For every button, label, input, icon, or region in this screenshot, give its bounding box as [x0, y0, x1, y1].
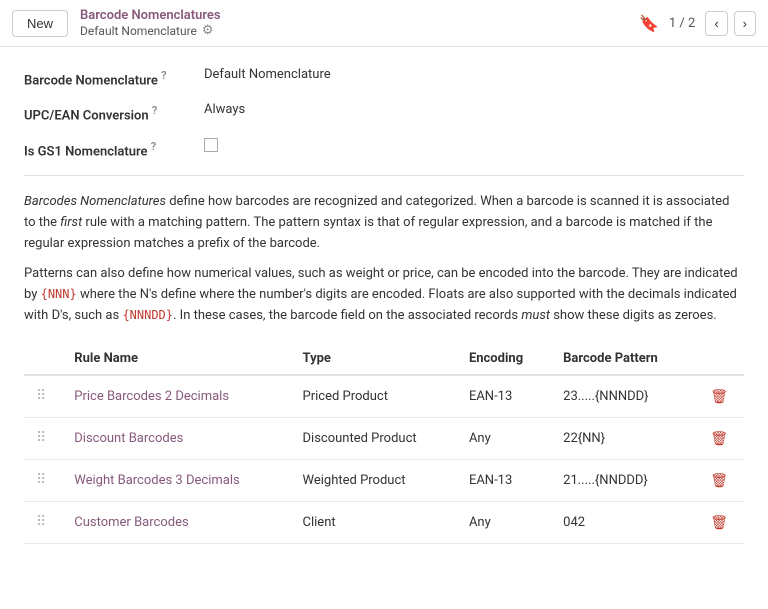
table-row: ⠿ Weight Barcodes 3 Decimals Weighted Pr…	[24, 459, 744, 501]
gear-icon[interactable]: ⚙	[202, 23, 214, 38]
drag-handle-icon[interactable]: ⠿	[36, 472, 50, 488]
description-paragraph-1: Barcodes Nomenclatures define how barcod…	[24, 192, 744, 254]
drag-handle-icon[interactable]: ⠿	[36, 514, 50, 530]
is-gs1-checkbox[interactable]	[204, 138, 218, 152]
rule-pattern-cell: 21.....{NNDDD}	[551, 459, 694, 501]
bookmark-icon[interactable]: 🔖	[639, 14, 659, 33]
delete-rule-button[interactable]: 🗑	[706, 428, 732, 449]
col-encoding: Encoding	[457, 343, 551, 375]
upc-ean-value: Always	[204, 102, 245, 117]
rule-name-link[interactable]: Customer Barcodes	[74, 515, 188, 530]
upc-ean-tooltip[interactable]: ?	[152, 104, 157, 117]
divider	[24, 175, 744, 176]
top-bar: New Barcode Nomenclatures Default Nomenc…	[0, 0, 768, 47]
top-bar-right: 🔖 1 / 2 ‹ ›	[639, 11, 756, 36]
drag-handle-cell: ⠿	[24, 417, 62, 459]
is-gs1-label: Is GS1 Nomenclature ?	[24, 138, 204, 159]
rule-name-link[interactable]: Discount Barcodes	[74, 431, 183, 446]
upc-ean-row: UPC/EAN Conversion ? Always	[24, 102, 744, 123]
description-paragraph-2: Patterns can also define how numerical v…	[24, 264, 744, 326]
page-counter: 1 / 2	[669, 16, 695, 31]
rule-delete-cell: 🗑	[694, 459, 744, 501]
rule-type-cell: Priced Product	[291, 375, 457, 418]
table-row: ⠿ Price Barcodes 2 Decimals Priced Produ…	[24, 375, 744, 418]
drag-handle-cell: ⠿	[24, 501, 62, 543]
drag-handle-icon[interactable]: ⠿	[36, 388, 50, 404]
desc-p2-highlight1: {NNN}	[41, 287, 77, 301]
rule-name-cell: Discount Barcodes	[62, 417, 290, 459]
rule-type-cell: Weighted Product	[291, 459, 457, 501]
breadcrumb-sub: Default Nomenclature ⚙	[80, 23, 221, 38]
new-button[interactable]: New	[12, 10, 68, 37]
rule-type-cell: Discounted Product	[291, 417, 457, 459]
desc-p1-text2: rule with a matching pattern. The patter…	[24, 215, 712, 251]
breadcrumb-current: Default Nomenclature	[80, 24, 197, 38]
top-bar-left: New Barcode Nomenclatures Default Nomenc…	[12, 8, 221, 38]
description-block: Barcodes Nomenclatures define how barcod…	[24, 192, 744, 327]
drag-handle-icon[interactable]: ⠿	[36, 430, 50, 446]
table-row: ⠿ Customer Barcodes Client Any 042 🗑	[24, 501, 744, 543]
drag-handle-cell: ⠿	[24, 459, 62, 501]
rule-encoding-cell: EAN-13	[457, 459, 551, 501]
rule-name-cell: Price Barcodes 2 Decimals	[62, 375, 290, 418]
col-rule-name: Rule Name	[62, 343, 290, 375]
rule-name-link[interactable]: Weight Barcodes 3 Decimals	[74, 473, 239, 488]
rule-name-cell: Weight Barcodes 3 Decimals	[62, 459, 290, 501]
rule-name-link[interactable]: Price Barcodes 2 Decimals	[74, 389, 229, 404]
desc-p1-italic-first: first	[60, 215, 82, 230]
desc-p2-text4: show these digits as zeroes.	[550, 308, 717, 323]
breadcrumb-area: Barcode Nomenclatures Default Nomenclatu…	[80, 8, 221, 38]
rule-delete-cell: 🗑	[694, 417, 744, 459]
barcode-nomenclature-label: Barcode Nomenclature ?	[24, 67, 204, 88]
rule-pattern-cell: 22{NN}	[551, 417, 694, 459]
prev-button[interactable]: ‹	[705, 11, 727, 36]
form-section: Barcode Nomenclature ? Default Nomenclat…	[24, 67, 744, 159]
next-button[interactable]: ›	[734, 11, 756, 36]
rule-encoding-cell: EAN-13	[457, 375, 551, 418]
rule-delete-cell: 🗑	[694, 501, 744, 543]
delete-rule-button[interactable]: 🗑	[706, 470, 732, 491]
barcode-nomenclature-row: Barcode Nomenclature ? Default Nomenclat…	[24, 67, 744, 88]
barcode-nomenclature-value: Default Nomenclature	[204, 67, 331, 82]
delete-rule-button[interactable]: 🗑	[706, 386, 732, 407]
rules-table: Rule Name Type Encoding Barcode Pattern …	[24, 343, 744, 544]
table-header: Rule Name Type Encoding Barcode Pattern	[24, 343, 744, 375]
desc-p2-italic-must: must	[521, 308, 550, 323]
rule-encoding-cell: Any	[457, 501, 551, 543]
table-body: ⠿ Price Barcodes 2 Decimals Priced Produ…	[24, 375, 744, 544]
desc-p1-italic-start: Barcodes Nomenclatures	[24, 194, 166, 209]
rule-pattern-cell: 23.....{NNNDD}	[551, 375, 694, 418]
col-drag	[24, 343, 62, 375]
drag-handle-cell: ⠿	[24, 375, 62, 418]
desc-p2-highlight2: {NNNDD}	[122, 308, 173, 322]
table-header-row: Rule Name Type Encoding Barcode Pattern	[24, 343, 744, 375]
main-content: Barcode Nomenclature ? Default Nomenclat…	[0, 47, 768, 564]
is-gs1-tooltip[interactable]: ?	[151, 140, 156, 153]
rule-delete-cell: 🗑	[694, 375, 744, 418]
barcode-nomenclature-tooltip[interactable]: ?	[161, 69, 166, 82]
desc-p2-text3: . In these cases, the barcode field on t…	[173, 308, 521, 323]
rule-type-cell: Client	[291, 501, 457, 543]
delete-rule-button[interactable]: 🗑	[706, 512, 732, 533]
table-row: ⠿ Discount Barcodes Discounted Product A…	[24, 417, 744, 459]
rule-encoding-cell: Any	[457, 417, 551, 459]
breadcrumb-parent-link[interactable]: Barcode Nomenclatures	[80, 8, 221, 23]
col-actions	[694, 343, 744, 375]
upc-ean-label: UPC/EAN Conversion ?	[24, 102, 204, 123]
col-pattern: Barcode Pattern	[551, 343, 694, 375]
rule-pattern-cell: 042	[551, 501, 694, 543]
col-type: Type	[291, 343, 457, 375]
rule-name-cell: Customer Barcodes	[62, 501, 290, 543]
is-gs1-row: Is GS1 Nomenclature ?	[24, 138, 744, 159]
